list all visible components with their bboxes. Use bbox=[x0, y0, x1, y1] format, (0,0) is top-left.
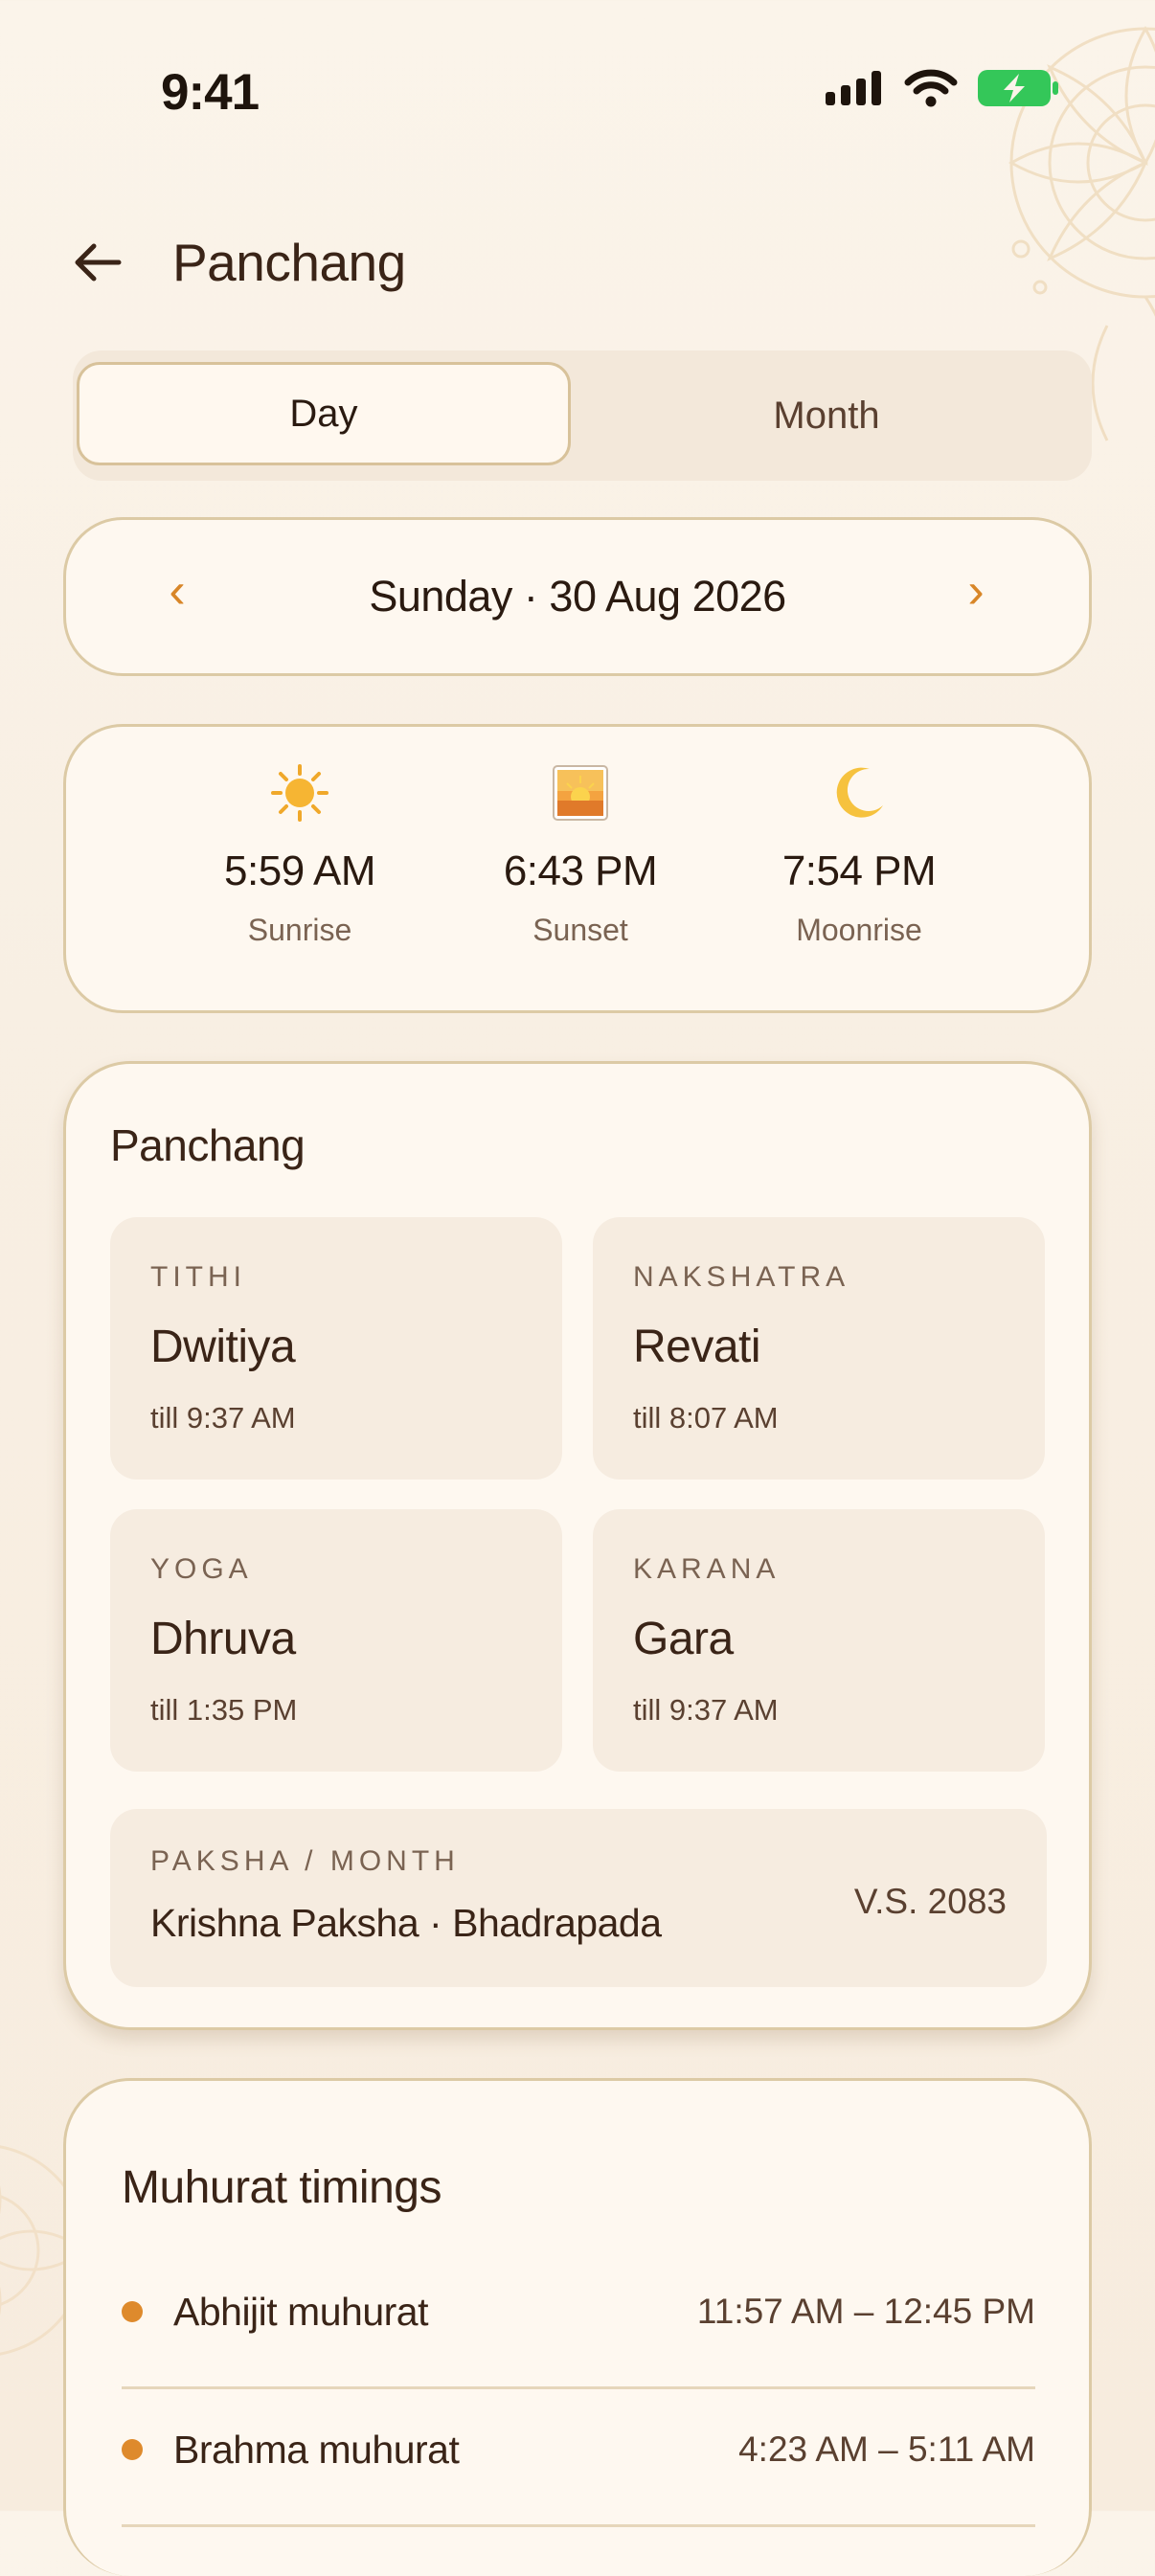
back-arrow-icon[interactable] bbox=[69, 234, 126, 291]
karana-until: till 9:37 AM bbox=[633, 1693, 779, 1727]
date-navigator: ‹ Sunday · 30 Aug 2026 › bbox=[63, 517, 1092, 676]
current-date[interactable]: Sunday · 30 Aug 2026 bbox=[66, 572, 1089, 621]
paksha-month-tile: PAKSHA / MONTH Krishna Paksha · Bhadrapa… bbox=[110, 1809, 1047, 1987]
karana-tile: KARANA Gara till 9:37 AM bbox=[593, 1509, 1045, 1772]
karana-value: Gara bbox=[633, 1614, 734, 1664]
panchang-title: Panchang bbox=[110, 1120, 306, 1170]
signal-icon bbox=[826, 71, 881, 105]
muhurat-name: Abhijit muhurat bbox=[173, 2290, 428, 2334]
page-title: Panchang bbox=[172, 233, 406, 292]
nakshatra-caption: NAKSHATRA bbox=[633, 1261, 850, 1293]
tab-day[interactable]: Day bbox=[77, 362, 571, 465]
sunset-item: 6:43 PM Sunset bbox=[437, 759, 724, 948]
tithi-value: Dwitiya bbox=[150, 1322, 296, 1372]
muhurat-name: Brahma muhurat bbox=[173, 2428, 460, 2472]
sunrise-time: 5:59 AM bbox=[224, 847, 375, 894]
muhurat-time: 4:23 AM – 5:11 AM bbox=[738, 2429, 1035, 2469]
tab-month[interactable]: Month bbox=[577, 362, 1076, 469]
wifi-icon bbox=[904, 69, 958, 107]
bullet-dot bbox=[122, 2301, 143, 2322]
yoga-until: till 1:35 PM bbox=[150, 1693, 298, 1727]
paksha-value: Krishna Paksha · Bhadrapada bbox=[150, 1901, 662, 1945]
moonrise-label: Moonrise bbox=[796, 913, 922, 947]
paksha-caption: PAKSHA / MONTH bbox=[150, 1845, 460, 1877]
yoga-value: Dhruva bbox=[150, 1614, 296, 1664]
tithi-until: till 9:37 AM bbox=[150, 1401, 296, 1435]
nakshatra-value: Revati bbox=[633, 1322, 761, 1372]
muhurat-card: Muhurat timings Abhijit muhurat 11:57 AM… bbox=[63, 2078, 1092, 2576]
nakshatra-until: till 8:07 AM bbox=[633, 1401, 779, 1435]
sunset-time: 6:43 PM bbox=[503, 847, 658, 894]
moonrise-time: 7:54 PM bbox=[781, 847, 937, 894]
status-time: 9:41 bbox=[161, 64, 260, 121]
karana-caption: KARANA bbox=[633, 1553, 781, 1585]
yoga-caption: YOGA bbox=[150, 1553, 253, 1585]
sunrise-item: 5:59 AM Sunrise bbox=[156, 759, 443, 948]
moon-icon bbox=[836, 767, 883, 818]
muhurat-time: 11:57 AM – 12:45 PM bbox=[696, 2292, 1035, 2331]
status-bar: 9:41 bbox=[0, 0, 1155, 192]
bullet-dot bbox=[122, 2439, 143, 2460]
tithi-caption: TITHI bbox=[150, 1261, 246, 1293]
row-divider bbox=[122, 2524, 1035, 2527]
next-day-button[interactable]: › bbox=[947, 562, 1005, 620]
nakshatra-tile: NAKSHATRA Revati till 8:07 AM bbox=[593, 1217, 1045, 1480]
sun-moon-card: 5:59 AM Sunrise 6:43 PM Sunset 7:54 PM M… bbox=[63, 724, 1092, 1013]
view-toggle: Day Month bbox=[73, 350, 1092, 481]
sunset-icon bbox=[553, 765, 608, 821]
vikram-samvat-year: V.S. 2083 bbox=[853, 1882, 1007, 1921]
muhurat-title: Muhurat timings bbox=[122, 2162, 442, 2213]
tithi-tile: TITHI Dwitiya till 9:37 AM bbox=[110, 1217, 562, 1480]
muhurat-row[interactable]: Brahma muhurat 4:23 AM – 5:11 AM bbox=[122, 2389, 1035, 2527]
yoga-tile: YOGA Dhruva till 1:35 PM bbox=[110, 1509, 562, 1772]
battery-icon bbox=[978, 70, 1058, 106]
panchang-card: Panchang TITHI Dwitiya till 9:37 AM NAKS… bbox=[63, 1061, 1092, 2030]
sun-icon bbox=[271, 764, 328, 822]
muhurat-row[interactable]: Abhijit muhurat 11:57 AM – 12:45 PM bbox=[122, 2251, 1035, 2389]
moonrise-item: 7:54 PM Moonrise bbox=[715, 759, 1003, 948]
sunrise-label: Sunrise bbox=[247, 913, 352, 947]
sunset-label: Sunset bbox=[532, 913, 628, 947]
